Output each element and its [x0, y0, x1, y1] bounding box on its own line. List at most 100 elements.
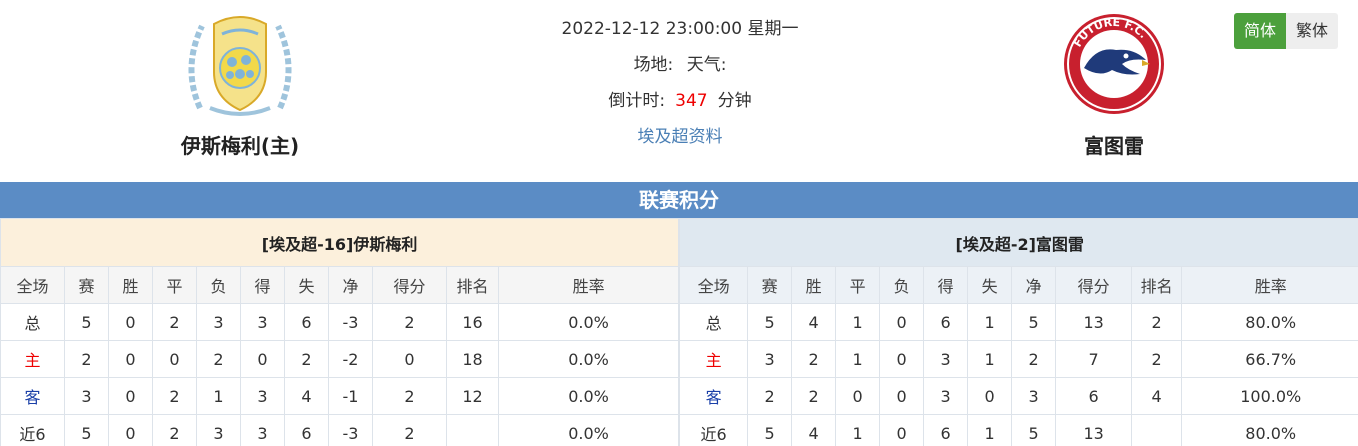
table-cell: 18 [446, 340, 499, 378]
table-cell [1131, 414, 1183, 446]
table-cell: 0.0% [497, 414, 680, 446]
table-cell [446, 414, 499, 446]
table-cell: 1 [835, 414, 881, 446]
table-cell: 12 [446, 377, 499, 415]
table-cell: 0 [108, 377, 153, 415]
table-cell: 13 [1055, 303, 1133, 341]
column-header: 排名 [1131, 266, 1183, 304]
table-cell: 5 [1011, 303, 1057, 341]
home-column-headers: 全场赛胜平负得失净得分 排名 胜率 [0, 266, 680, 304]
table-cell: 1 [835, 340, 881, 378]
table-cell: 66.7% [1181, 340, 1358, 378]
table-cell: 7 [1055, 340, 1133, 378]
table-cell: 100.0% [1181, 377, 1358, 415]
column-header: 胜 [791, 266, 837, 304]
weather-label: 天气: [686, 55, 727, 75]
table-row: 主 3 2 1 0 3 1 2 7 2 66.7% [679, 340, 1358, 378]
venue-label: 场地: [633, 55, 674, 75]
traditional-chinese-button[interactable]: 繁体 [1285, 13, 1338, 49]
row-label: 近6 [679, 414, 749, 446]
table-cell: 6 [284, 303, 329, 341]
table-cell: 2 [372, 414, 447, 446]
column-header: 胜 [108, 266, 153, 304]
table-cell: 5 [747, 303, 793, 341]
countdown-value: 347 [675, 91, 708, 111]
table-cell: -3 [328, 414, 373, 446]
away-table-header: [埃及超-2]富图雷 [679, 218, 1358, 267]
table-cell: 0 [108, 303, 153, 341]
table-cell: 2 [372, 303, 447, 341]
table-cell: 3 [1011, 377, 1057, 415]
table-cell: 2 [284, 340, 329, 378]
table-cell: 1 [967, 340, 1013, 378]
future-fc-eagle-icon: FUTURE F.C. [1064, 14, 1164, 114]
table-cell: 1 [835, 303, 881, 341]
home-standings-table: [埃及超-16]伊斯梅利 全场赛胜平负得失净得分 排名 胜率 总 5 0 2 3 3 6 -3 2 1… [0, 218, 680, 446]
column-header: 得分 [1055, 266, 1133, 304]
table-cell: 0 [152, 340, 197, 378]
simplified-chinese-button[interactable]: 简体 [1233, 13, 1286, 49]
table-cell: 4 [284, 377, 329, 415]
table-cell: 6 [923, 303, 969, 341]
table-cell: 0 [835, 377, 881, 415]
away-column-headers: 全场赛胜平负得失净得分 排名 胜率 [679, 266, 1358, 304]
column-header: 赛 [64, 266, 109, 304]
table-row: 近6 5 0 2 3 3 6 -3 2 0.0% [0, 414, 680, 446]
column-header: 排名 [446, 266, 499, 304]
countdown: 倒计时: 347 分钟 [480, 88, 880, 124]
table-cell: -2 [328, 340, 373, 378]
row-label: 客 [679, 377, 749, 415]
row-label: 客 [0, 377, 65, 415]
away-team-name: 富图雷 [1084, 134, 1144, 158]
table-cell: 0 [108, 414, 153, 446]
table-cell: 80.0% [1181, 303, 1358, 341]
column-header: 负 [879, 266, 925, 304]
table-cell: 5 [1011, 414, 1057, 446]
row-label: 主 [0, 340, 65, 378]
table-cell: 2 [1131, 340, 1183, 378]
column-header: 平 [835, 266, 881, 304]
table-row: 近6 5 4 1 0 6 1 5 13 80.0% [679, 414, 1358, 446]
table-cell: 80.0% [1181, 414, 1358, 446]
column-header: 得 [923, 266, 969, 304]
table-cell: 3 [923, 377, 969, 415]
home-team-name: 伊斯梅利(主) [180, 134, 300, 158]
table-cell: 16 [446, 303, 499, 341]
venue-weather: 场地: 天气: [480, 52, 880, 88]
table-cell: 0.0% [497, 303, 680, 341]
table-cell: 0 [879, 303, 925, 341]
table-cell: 1 [967, 414, 1013, 446]
table-cell: 5 [64, 303, 109, 341]
countdown-label: 倒计时: [608, 91, 666, 111]
table-cell: 4 [1131, 377, 1183, 415]
table-cell: 2 [152, 303, 197, 341]
table-cell: 0 [879, 414, 925, 446]
table-cell: 0.0% [497, 377, 680, 415]
column-header: 失 [967, 266, 1013, 304]
column-header: 得 [240, 266, 285, 304]
ismaily-crest-icon [188, 16, 292, 116]
table-cell: 4 [791, 414, 837, 446]
table-cell: 2 [152, 414, 197, 446]
table-cell: 0 [967, 377, 1013, 415]
table-cell: 3 [747, 340, 793, 378]
table-cell: 2 [791, 340, 837, 378]
column-header: 胜率 [1181, 266, 1358, 304]
table-cell: 6 [284, 414, 329, 446]
table-row: 总 5 0 2 3 3 6 -3 2 16 0.0% [0, 303, 680, 341]
row-label: 总 [0, 303, 65, 341]
table-row: 主 2 0 0 2 0 2 -2 0 18 0.0% [0, 340, 680, 378]
home-team: 伊斯梅利(主) [120, 8, 360, 159]
column-header: 净 [328, 266, 373, 304]
column-header: 赛 [747, 266, 793, 304]
league-info-link[interactable]: 埃及超资料 [638, 127, 723, 147]
away-standings-table: [埃及超-2]富图雷 全场赛胜平负得失净得分 排名 胜率 总 5 4 1 0 6 1 5 13 2 80… [679, 218, 1358, 446]
row-label: 主 [679, 340, 749, 378]
match-datetime: 2022-12-12 23:00:00 星期一 [561, 19, 799, 39]
column-header: 净 [1011, 266, 1057, 304]
table-cell: 0 [240, 340, 285, 378]
table-cell: 2 [196, 340, 241, 378]
table-cell: 1 [967, 303, 1013, 341]
column-header: 平 [152, 266, 197, 304]
table-cell: 1 [196, 377, 241, 415]
